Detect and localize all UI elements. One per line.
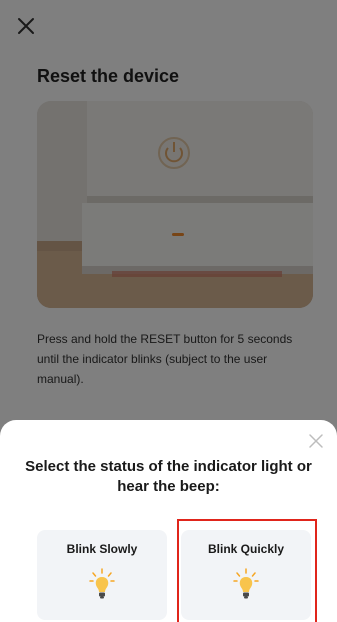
bulb-icon (89, 568, 115, 599)
option-label: Blink Slowly (66, 542, 138, 556)
close-icon[interactable] (307, 432, 325, 450)
selection-highlight (177, 519, 317, 622)
blink-slowly-option[interactable]: Blink Slowly (37, 530, 167, 620)
sheet-title: Select the status of the indicator light… (25, 458, 312, 495)
